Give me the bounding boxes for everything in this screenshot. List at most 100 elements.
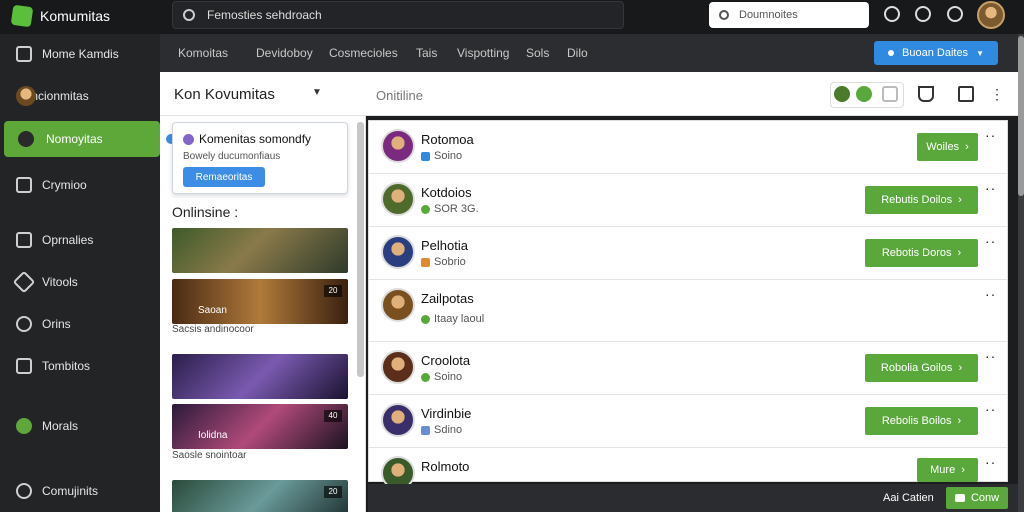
community-popup: Komenitas somondfy Bowely ducumonfiaus R… [172,122,348,194]
sidebar-item-connections[interactable]: Concionmitas [4,78,160,114]
friend-request-icon[interactable] [834,86,850,102]
friend-action-button[interactable]: Rebutis Doilos › [865,186,978,214]
info-icon[interactable] [884,6,900,22]
page-scrollbar[interactable] [1018,34,1024,512]
thumbnail-label: Saosle snointoar [172,450,247,461]
friend-row[interactable]: Rolmoto Mure › ·· [369,448,1007,490]
content-header: Kon Kovumitas ▼ Onitiline ⋮ [160,72,1018,116]
more-horizontal-icon[interactable]: ·· [985,180,996,196]
friend-action-button[interactable]: Mure › [917,458,978,482]
friend-row[interactable]: Rotomoa Soino Woiles › ·· [369,121,1007,174]
friend-action-label: Woiles [926,141,960,153]
chevron-right-icon: › [958,362,963,374]
game-thumbnail[interactable]: 20 [172,480,348,512]
sidebar-item-label: Crymioo [42,178,87,192]
chevron-right-icon: › [958,194,962,206]
friend-name: Rolmoto [421,459,470,474]
green-dot-icon [16,418,32,434]
window-icon[interactable] [882,86,898,102]
friend-name: Virdinbie [421,406,472,421]
user-avatar[interactable] [977,1,1005,29]
sidebar-item-home[interactable]: Mome Kamdis [4,36,160,72]
sidebar-item-communities[interactable]: Comujinits [4,473,160,509]
chevron-down-icon: ▼ [976,48,984,58]
panel-scrollbar[interactable] [357,122,364,377]
shield-icon[interactable] [918,86,934,102]
search-icon [183,9,195,21]
home-icon [16,358,32,374]
leaf-logo-icon [10,4,34,28]
chat-bubble-icon[interactable] [856,86,872,102]
tab-2[interactable]: Devidoboy [256,46,313,60]
thumbnail-caption: Saoan [198,305,227,316]
friend-action-button[interactable]: Rebotis Doros › [865,239,978,267]
sidebar-item-friends[interactable]: Nomoyitas [4,121,160,157]
friend-action-label: Rebolis Boilos [881,415,952,427]
brand[interactable]: Komumitas [10,4,110,28]
user-avatar-icon [16,86,36,106]
bottom-status-text[interactable]: Aai Catien [883,492,934,504]
game-thumbnail[interactable]: Iolidna 40 [172,404,348,449]
share-icon[interactable] [958,86,974,102]
friend-action-label: Rebutis Doilos [881,194,953,206]
tab-4[interactable]: Tais [416,46,437,60]
friend-action-button[interactable]: Rebolis Boilos › [865,407,978,435]
game-thumbnail[interactable]: Saoan 20 [172,279,348,324]
tab-6[interactable]: Sols [526,46,549,60]
friend-avatar [381,129,415,163]
chat-button-label: Conw [970,492,1000,504]
friend-row[interactable]: Croolota Soino Robolia Goilos › ·· [369,342,1007,395]
sidebar-item-tools[interactable]: Vitools [4,264,160,300]
game-thumbnail[interactable] [172,228,348,273]
tab-7[interactable]: Dilo [567,46,588,60]
friend-row[interactable]: Kotdoios SOR 3G. Rebutis Doilos › ·· [369,174,1007,227]
sidebar-item-search[interactable]: Orins [4,306,160,342]
avatar-badge-icon [16,129,36,149]
global-search-input[interactable]: Femosties sehdroach [172,1,624,29]
friend-action-label: Rebotis Doros [881,247,952,259]
more-horizontal-icon[interactable]: ·· [985,401,996,417]
sidebar-item-label: Orins [42,317,71,331]
more-horizontal-icon[interactable]: ·· [985,454,996,470]
sidebar-item-homes[interactable]: Tombitos [4,348,160,384]
friend-avatar [381,182,415,216]
community-icon [183,134,194,145]
friend-status-text: Itaay laoul [434,313,485,325]
sidebar-item-morals[interactable]: Morals [4,408,160,444]
friend-status-text: Sobrio [434,256,466,268]
friend-action-button[interactable]: Woiles › [917,133,978,161]
friend-row[interactable]: Pelhotia Sobrio Rebotis Doros › ·· [369,227,1007,280]
status-filter[interactable]: Onitiline [376,88,423,103]
chevron-down-icon[interactable]: ▼ [312,87,322,98]
friend-row[interactable]: Zailpotas Itaay laoul ·· [369,280,1007,342]
notification-icon[interactable] [947,6,963,22]
game-thumbnail[interactable] [172,354,348,399]
friend-action-label: Robolia Goilos [880,362,953,374]
friend-status: Sdino [421,424,462,436]
join-button[interactable]: Buoan Daites ▼ [874,41,998,65]
tab-3[interactable]: Cosmecioles [329,46,398,60]
scrollbar-thumb[interactable] [1018,36,1024,196]
sidebar-item-gifts[interactable]: Crymioo [4,167,160,203]
more-horizontal-icon[interactable]: ·· [985,348,996,364]
status-icon [421,314,430,324]
chat-button[interactable]: Conw [946,487,1008,509]
friends-search-input[interactable]: Doumnoites [709,2,869,28]
sidebar-item-options[interactable]: Oprnalies [4,222,160,258]
thumbnail-badge: 20 [324,486,342,498]
chat-icon[interactable] [915,6,931,22]
more-vertical-icon[interactable]: ⋮ [990,86,1006,102]
more-horizontal-icon[interactable]: ·· [985,233,996,249]
sidebar-item-label: Vitools [42,275,78,289]
sidebar-item-label: Mome Kamdis [42,47,119,61]
more-horizontal-icon[interactable]: ·· [985,286,996,302]
friend-row[interactable]: Virdinbie Sdino Rebolis Boilos › ·· [369,395,1007,448]
tab-5[interactable]: Vispotting [457,46,509,60]
more-horizontal-icon[interactable]: ·· [985,127,996,143]
friend-action-button[interactable]: Robolia Goilos › [865,354,978,382]
popup-button[interactable]: Remaeoritas [183,167,265,187]
status-icon [421,204,430,214]
tab-1[interactable]: Komoitas [178,46,228,60]
chevron-right-icon: › [957,415,962,427]
sidebar-item-label: Comujinits [42,484,99,498]
